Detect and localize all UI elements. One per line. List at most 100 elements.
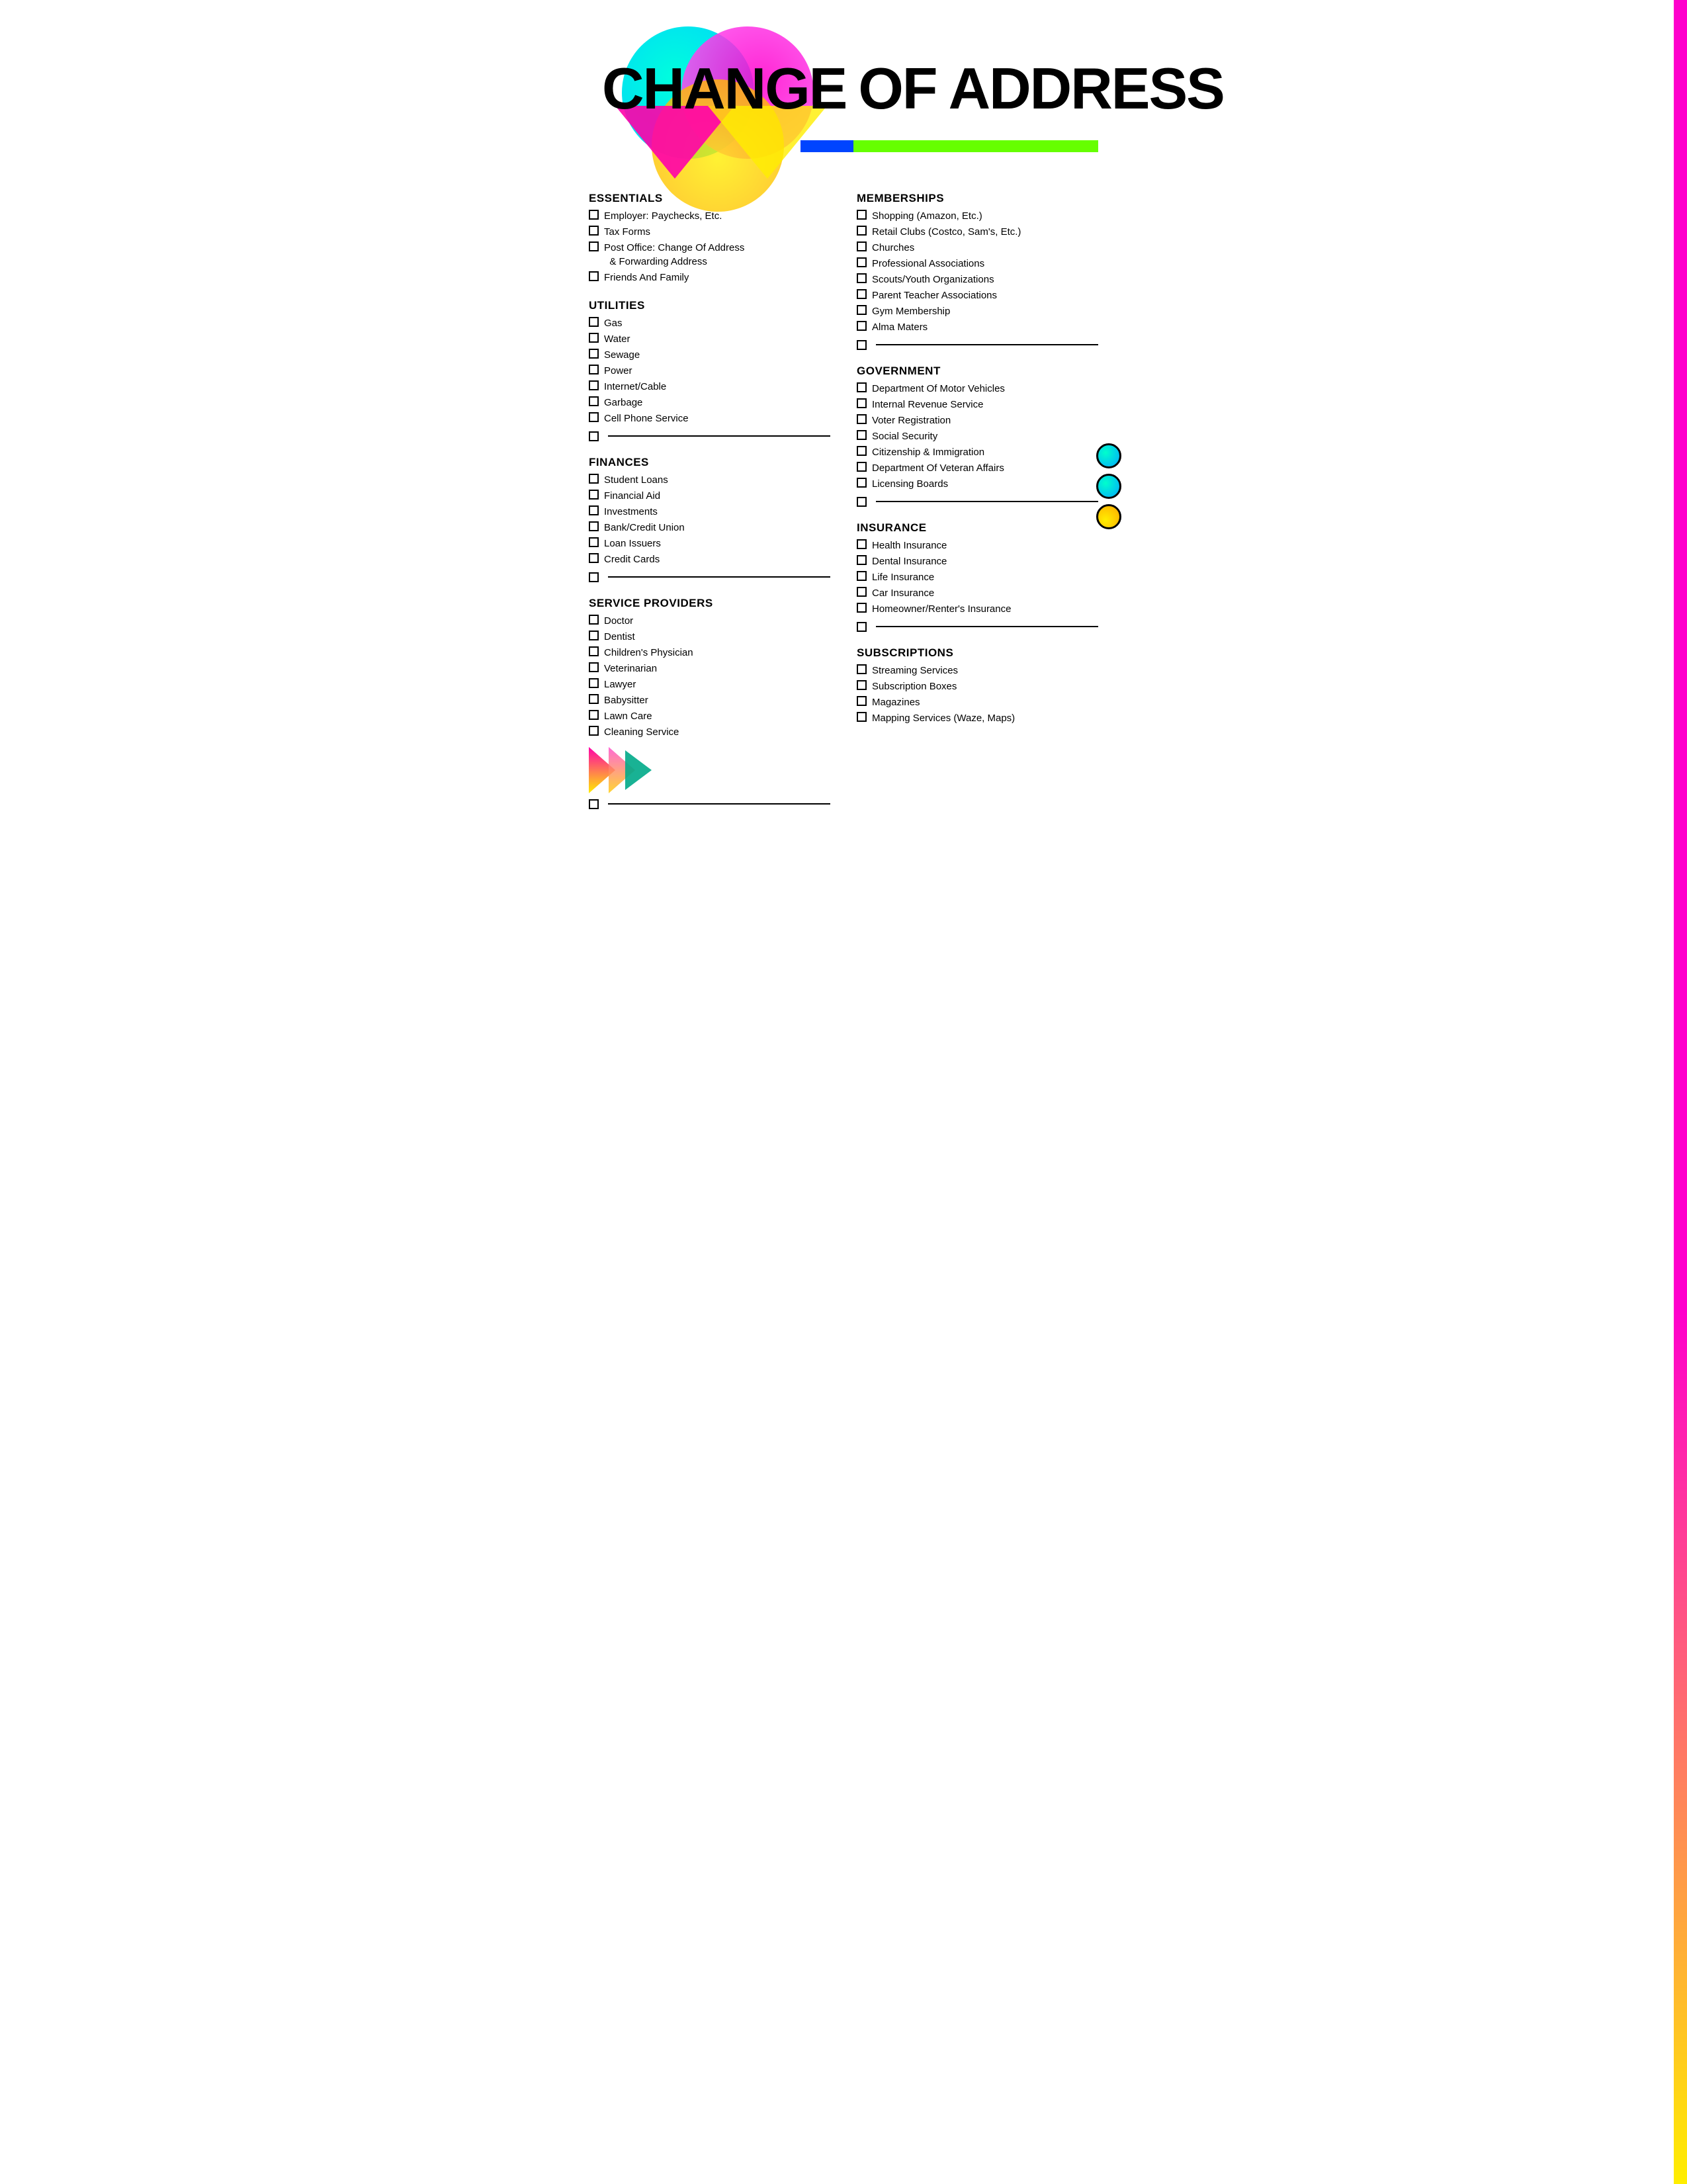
checkbox[interactable]: [589, 521, 599, 531]
item-label: Employer: Paychecks, Etc.: [604, 209, 722, 223]
checkbox[interactable]: [589, 226, 599, 236]
blank-line: [876, 501, 1098, 502]
list-item: Water: [589, 332, 830, 346]
custom-line-utilities: [589, 431, 830, 441]
checkbox[interactable]: [589, 646, 599, 656]
item-label: Scouts/Youth Organizations: [872, 273, 994, 286]
item-label: Car Insurance: [872, 586, 934, 600]
item-label: Post Office: Change Of Address & Forward…: [604, 241, 744, 269]
checkbox[interactable]: [589, 505, 599, 515]
checkbox[interactable]: [589, 317, 599, 327]
checkbox[interactable]: [857, 539, 867, 549]
checkbox[interactable]: [857, 622, 867, 632]
checkbox[interactable]: [589, 431, 599, 441]
section-utilities: UTILITIES Gas Water Sewage Power Interne…: [589, 299, 830, 441]
right-edge-bar: [1674, 0, 1687, 2184]
checkbox[interactable]: [857, 712, 867, 722]
checkbox[interactable]: [857, 587, 867, 597]
checkbox[interactable]: [857, 446, 867, 456]
section-service-providers: SERVICE PROVIDERS Doctor Dentist Childre…: [589, 597, 830, 809]
checkbox[interactable]: [589, 333, 599, 343]
checkbox[interactable]: [589, 799, 599, 809]
checkbox[interactable]: [857, 305, 867, 315]
checkbox[interactable]: [857, 555, 867, 565]
checkbox[interactable]: [857, 340, 867, 350]
section-government: GOVERNMENT Department Of Motor Vehicles …: [857, 365, 1098, 507]
checkbox[interactable]: [589, 726, 599, 736]
checkbox[interactable]: [857, 478, 867, 488]
list-item: Homeowner/Renter's Insurance: [857, 602, 1098, 616]
checkbox[interactable]: [589, 365, 599, 374]
checkbox[interactable]: [857, 603, 867, 613]
item-label: Parent Teacher Associations: [872, 288, 997, 302]
checkbox[interactable]: [857, 257, 867, 267]
checkbox[interactable]: [589, 678, 599, 688]
checkbox[interactable]: [857, 571, 867, 581]
list-item: Streaming Services: [857, 664, 1098, 677]
checkbox[interactable]: [857, 497, 867, 507]
checkbox[interactable]: [589, 241, 599, 251]
checkbox[interactable]: [589, 380, 599, 390]
checkbox[interactable]: [589, 631, 599, 640]
checkbox[interactable]: [589, 694, 599, 704]
left-column: ESSENTIALS Employer: Paychecks, Etc. Tax…: [589, 192, 830, 824]
list-item: Babysitter: [589, 693, 830, 707]
checkbox[interactable]: [857, 680, 867, 690]
blank-line: [608, 803, 830, 805]
checkbox[interactable]: [857, 241, 867, 251]
checkbox[interactable]: [589, 710, 599, 720]
checkbox[interactable]: [589, 572, 599, 582]
play-arrows-deco: [589, 747, 830, 793]
checkbox[interactable]: [857, 430, 867, 440]
checkbox[interactable]: [589, 271, 599, 281]
checkbox[interactable]: [857, 696, 867, 706]
right-column: MEMBERSHIPS Shopping (Amazon, Etc.) Reta…: [857, 192, 1098, 824]
checkbox[interactable]: [857, 664, 867, 674]
checkbox[interactable]: [589, 553, 599, 563]
deco-circle-1: [1096, 443, 1121, 468]
item-label: Gym Membership: [872, 304, 950, 318]
item-label: Cell Phone Service: [604, 412, 689, 425]
item-label: Health Insurance: [872, 539, 947, 552]
checkbox[interactable]: [589, 396, 599, 406]
custom-line-service: [589, 799, 830, 809]
item-label: Investments: [604, 505, 658, 519]
item-label: Sewage: [604, 348, 640, 362]
title-word3: ADDRESS: [949, 60, 1224, 118]
item-label: Internet/Cable: [604, 380, 666, 394]
list-item: Citizenship & Immigration: [857, 445, 1098, 459]
item-label: Friends And Family: [604, 271, 689, 284]
list-item: Sewage: [589, 348, 830, 362]
checkbox[interactable]: [857, 398, 867, 408]
checkbox[interactable]: [857, 289, 867, 299]
list-item: Life Insurance: [857, 570, 1098, 584]
checkbox[interactable]: [857, 414, 867, 424]
checkbox[interactable]: [857, 462, 867, 472]
checkbox[interactable]: [589, 615, 599, 625]
item-label: Voter Registration: [872, 414, 951, 427]
list-item: Magazines: [857, 695, 1098, 709]
checkbox[interactable]: [589, 412, 599, 422]
checkbox[interactable]: [857, 210, 867, 220]
list-item: Professional Associations: [857, 257, 1098, 271]
checkbox[interactable]: [589, 490, 599, 500]
checkbox[interactable]: [589, 537, 599, 547]
item-label: Retail Clubs (Costco, Sam's, Etc.): [872, 225, 1021, 239]
checkbox[interactable]: [857, 321, 867, 331]
checkbox[interactable]: [589, 474, 599, 484]
list-item: Friends And Family: [589, 271, 830, 284]
checkbox[interactable]: [589, 349, 599, 359]
item-label: Tax Forms: [604, 225, 650, 239]
list-item: Shopping (Amazon, Etc.): [857, 209, 1098, 223]
checkbox[interactable]: [857, 273, 867, 283]
checkbox[interactable]: [857, 382, 867, 392]
checkbox[interactable]: [589, 210, 599, 220]
item-label: Mapping Services (Waze, Maps): [872, 711, 1015, 725]
title-word1: CHANGE: [602, 60, 846, 118]
checkbox[interactable]: [857, 226, 867, 236]
list-item: Tax Forms: [589, 225, 830, 239]
list-item: Alma Maters: [857, 320, 1098, 334]
checkbox[interactable]: [589, 662, 599, 672]
list-item: Veterinarian: [589, 662, 830, 676]
list-item: Power: [589, 364, 830, 378]
